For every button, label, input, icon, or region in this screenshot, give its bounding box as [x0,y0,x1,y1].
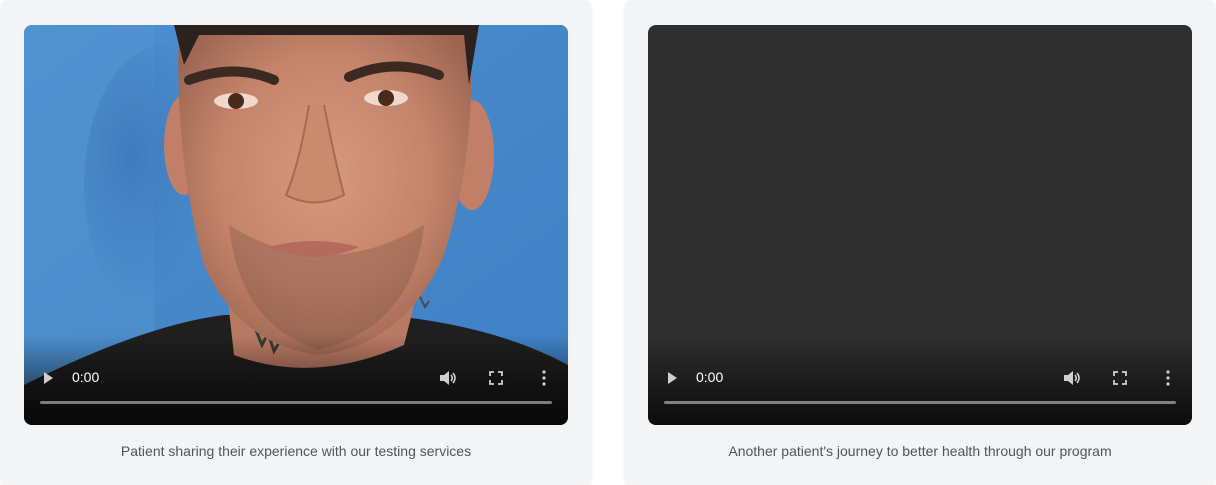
testimonial-card-2: 0:00 Another patient's journey to better… [624,0,1216,485]
video-timeline[interactable] [664,401,1176,404]
mute-button[interactable] [1062,369,1082,387]
play-button[interactable] [664,370,680,386]
video-controls-gradient [24,335,568,425]
play-icon [668,372,677,384]
mute-button[interactable] [438,369,458,387]
more-options-icon [1166,370,1170,386]
video-player-1[interactable]: 0:00 [24,25,568,425]
fullscreen-button[interactable] [1112,370,1128,386]
play-button[interactable] [40,370,56,386]
current-time: 0:00 [72,369,100,385]
video-controls-gradient [648,335,1192,425]
testimonial-card-1: 0:00 Patient sharing their experience wi… [0,0,592,485]
play-icon [44,372,53,384]
volume-icon [1064,371,1080,385]
more-options-button[interactable] [1160,369,1176,387]
fullscreen-icon [489,371,503,385]
current-time: 0:00 [696,369,724,385]
video-testimonials-grid: 0:00 Patient sharing their experience wi… [0,0,1216,485]
video-player-2[interactable]: 0:00 [648,25,1192,425]
volume-icon [440,371,456,385]
more-options-icon [542,370,546,386]
fullscreen-button[interactable] [488,370,504,386]
fullscreen-icon [1113,371,1127,385]
video-caption: Another patient's journey to better heal… [728,443,1112,459]
more-options-button[interactable] [536,369,552,387]
video-timeline[interactable] [40,401,552,404]
video-caption: Patient sharing their experience with ou… [120,443,472,459]
